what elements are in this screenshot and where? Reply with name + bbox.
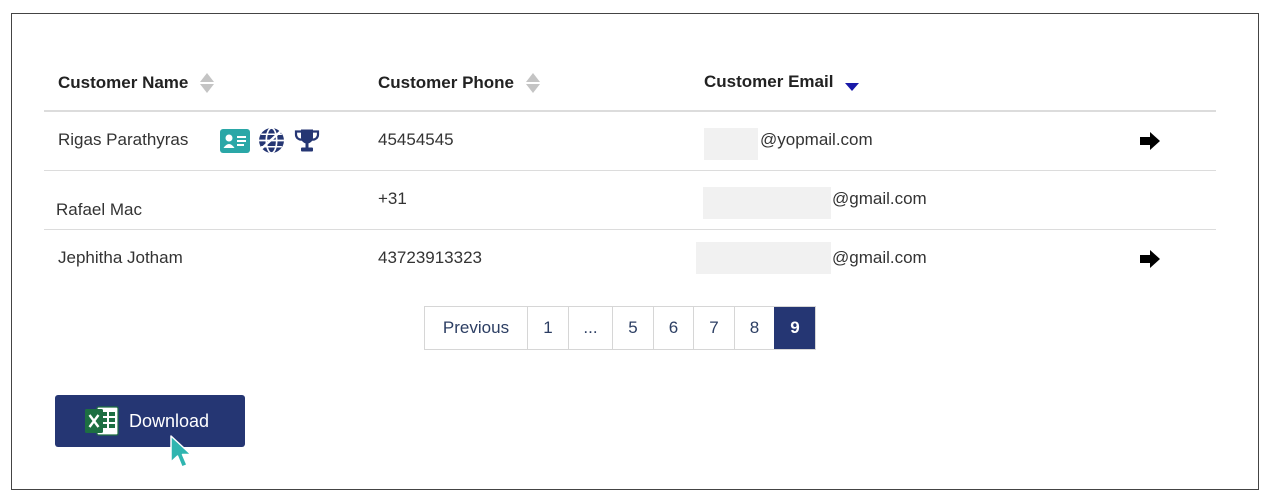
header-customer-name-label: Customer Name [58,73,189,92]
table-header: Customer Name Customer Phone Customer Em… [44,62,1216,112]
customer-badges [220,127,321,154]
table-row[interactable]: Rigas Parathyras 45454545 @yopmail.com [44,112,1216,171]
pagination-page-1[interactable]: 1 [527,307,568,349]
arrow-right-icon[interactable] [1140,250,1160,268]
arrow-right-icon[interactable] [1140,132,1160,150]
excel-icon [85,406,119,436]
customer-email: @gmail.com [832,189,927,208]
customer-name: Rigas Parathyras [58,130,189,149]
sort-desc-icon[interactable] [845,83,860,91]
customer-table: Customer Name Customer Phone Customer Em… [44,62,1216,288]
id-card-icon[interactable] [220,128,250,153]
table-row[interactable]: Rafael Mac +31 @gmail.com [44,171,1216,230]
pagination-ellipsis: ... [568,307,612,349]
sort-icon[interactable] [526,72,541,94]
customer-phone: +31 [378,189,407,208]
customer-name: Jephitha Jotham [58,248,183,267]
mouse-pointer-icon [170,435,192,468]
header-customer-name[interactable]: Customer Name [58,72,215,94]
customer-name: Rafael Mac [56,200,142,219]
pagination-page-5[interactable]: 5 [612,307,653,349]
header-customer-email[interactable]: Customer Email [704,72,860,92]
customer-phone: 43723913323 [378,248,483,267]
header-customer-email-label: Customer Email [704,72,834,91]
download-button[interactable]: Download [55,395,245,447]
pagination: Previous 1 ... 5 6 7 8 9 [424,306,816,350]
pagination-page-9[interactable]: 9 [774,307,815,349]
redacted-email-prefix [696,242,831,274]
trophy-icon[interactable] [293,127,321,154]
sort-icon[interactable] [200,72,215,94]
table-row[interactable]: Jephitha Jotham 43723913323 @gmail.com [44,230,1216,288]
download-button-label: Download [129,410,210,431]
redacted-email-prefix [704,128,758,160]
header-customer-phone[interactable]: Customer Phone [378,72,541,94]
customer-email: @yopmail.com [760,130,873,149]
customer-email: @gmail.com [832,248,927,267]
globe-icon[interactable] [258,127,285,154]
header-customer-phone-label: Customer Phone [378,73,515,92]
customer-phone: 45454545 [378,130,454,149]
pagination-page-6[interactable]: 6 [653,307,693,349]
customer-table-panel: Customer Name Customer Phone Customer Em… [11,13,1259,490]
pagination-page-8[interactable]: 8 [734,307,774,349]
pagination-page-7[interactable]: 7 [693,307,734,349]
redacted-email-prefix [703,187,831,219]
pagination-previous[interactable]: Previous [425,307,527,349]
